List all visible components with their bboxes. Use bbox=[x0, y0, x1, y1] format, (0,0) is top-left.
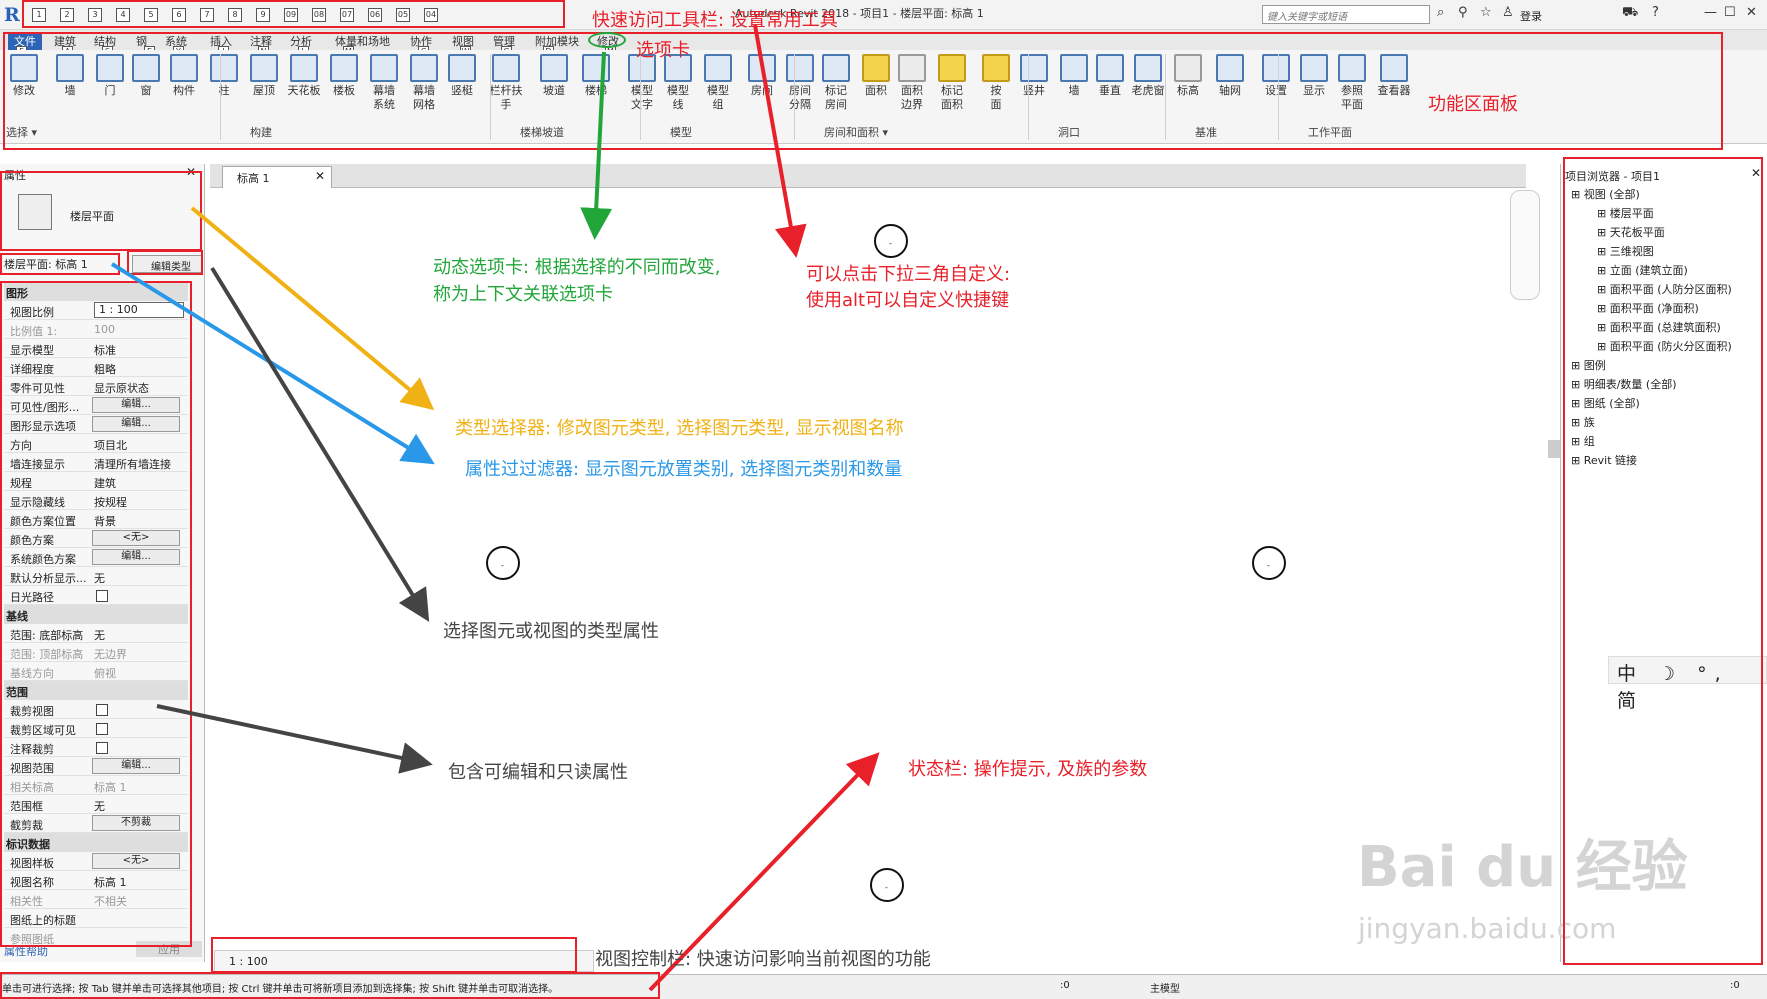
arrow-editable bbox=[156, 704, 433, 774]
annotation-qat: 快速访问工具栏: 设置常用工具 bbox=[592, 10, 838, 31]
arrow-custom bbox=[753, 24, 807, 258]
annotation-editable: 包含可编辑和只读属性 bbox=[448, 762, 628, 783]
annotation-arrows bbox=[110, 24, 880, 992]
annotation-statusbar: 状态栏: 操作提示, 及族的参数 bbox=[908, 759, 1148, 780]
annotation-context-2: 称为上下文关联选项卡 bbox=[433, 284, 613, 305]
annotation-type-selector: 类型选择器: 修改图元类型, 选择图元类型, 显示视图名称 bbox=[455, 418, 904, 439]
annotation-viewctrl: 视图控制栏: 快速访问影响当前视图的功能 bbox=[595, 949, 931, 970]
arrow-type-props bbox=[210, 266, 430, 622]
annotation-tabs: 选项卡 bbox=[636, 40, 690, 61]
arrow-type-selector bbox=[190, 206, 435, 411]
annotation-prop-filter: 属性过过滤器: 显示图元放置类别, 选择图元类别和数量 bbox=[465, 459, 903, 480]
annotation-ribbon: 功能区面板 bbox=[1428, 94, 1518, 115]
arrow-context-tab bbox=[580, 51, 613, 240]
annotation-context-1: 动态选项卡: 根据选择的不同而改变, bbox=[433, 257, 721, 278]
annotation-custom-2: 使用alt可以自定义快捷键 bbox=[806, 290, 1010, 311]
annotation-type-props: 选择图元或视图的类型属性 bbox=[443, 621, 659, 642]
annotation-custom-1: 可以点击下拉三角自定义: bbox=[806, 264, 1011, 285]
